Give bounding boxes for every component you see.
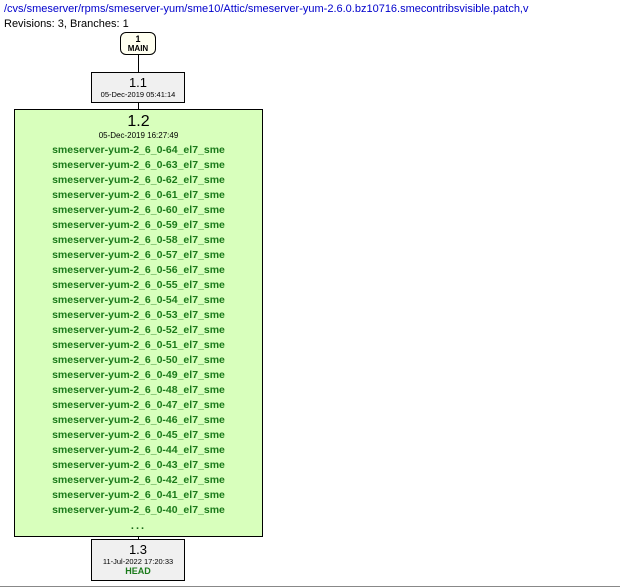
branch-number: 1	[121, 34, 155, 44]
tag-entry: smeserver-yum-2_6_0-48_el7_sme	[15, 383, 262, 398]
tag-entry: smeserver-yum-2_6_0-58_el7_sme	[15, 233, 262, 248]
tag-entry: smeserver-yum-2_6_0-56_el7_sme	[15, 263, 262, 278]
tag-entry: smeserver-yum-2_6_0-42_el7_sme	[15, 473, 262, 488]
revision-node-1-2[interactable]: 1.2 05-Dec-2019 16:27:49 smeserver-yum-2…	[14, 109, 263, 537]
tag-entry: smeserver-yum-2_6_0-46_el7_sme	[15, 413, 262, 428]
tag-entry: smeserver-yum-2_6_0-59_el7_sme	[15, 218, 262, 233]
tag-entry: smeserver-yum-2_6_0-40_el7_sme	[15, 503, 262, 518]
revisions-summary: Revisions: 3, Branches: 1	[4, 18, 129, 30]
revision-version: 1.1	[92, 75, 184, 90]
connector-line	[138, 55, 139, 72]
revision-version: 1.3	[92, 542, 184, 557]
revision-date: 11-Jul-2022 17:20:33	[92, 557, 184, 566]
tag-entry: smeserver-yum-2_6_0-50_el7_sme	[15, 353, 262, 368]
revision-version: 1.2	[15, 113, 262, 131]
branch-label: MAIN	[121, 44, 155, 53]
tag-entry: smeserver-yum-2_6_0-52_el7_sme	[15, 323, 262, 338]
tag-entry: smeserver-yum-2_6_0-60_el7_sme	[15, 203, 262, 218]
tag-list: smeserver-yum-2_6_0-64_el7_smesmeserver-…	[15, 143, 262, 518]
revision-date: 05-Dec-2019 16:27:49	[15, 131, 262, 141]
branch-node-main[interactable]: 1 MAIN	[120, 32, 156, 55]
tag-entry: smeserver-yum-2_6_0-53_el7_sme	[15, 308, 262, 323]
tag-entry: smeserver-yum-2_6_0-64_el7_sme	[15, 143, 262, 158]
tag-entry: smeserver-yum-2_6_0-41_el7_sme	[15, 488, 262, 503]
tag-entry: smeserver-yum-2_6_0-45_el7_sme	[15, 428, 262, 443]
tag-entry: smeserver-yum-2_6_0-47_el7_sme	[15, 398, 262, 413]
tag-entry: smeserver-yum-2_6_0-57_el7_sme	[15, 248, 262, 263]
revision-node-1-3[interactable]: 1.3 11-Jul-2022 17:20:33 HEAD	[91, 539, 185, 581]
tag-entry: smeserver-yum-2_6_0-55_el7_sme	[15, 278, 262, 293]
revision-node-1-1[interactable]: 1.1 05-Dec-2019 05:41:14	[91, 72, 185, 103]
file-path: /cvs/smeserver/rpms/smeserver-yum/sme10/…	[4, 3, 529, 15]
tag-entry: smeserver-yum-2_6_0-63_el7_sme	[15, 158, 262, 173]
tag-entry: smeserver-yum-2_6_0-44_el7_sme	[15, 443, 262, 458]
tag-entry: smeserver-yum-2_6_0-62_el7_sme	[15, 173, 262, 188]
tag-entry: smeserver-yum-2_6_0-54_el7_sme	[15, 293, 262, 308]
tag-entry: smeserver-yum-2_6_0-49_el7_sme	[15, 368, 262, 383]
tag-ellipsis: ...	[15, 520, 262, 532]
tag-entry: smeserver-yum-2_6_0-51_el7_sme	[15, 338, 262, 353]
revision-date: 05-Dec-2019 05:41:14	[92, 90, 184, 99]
tag-entry: smeserver-yum-2_6_0-43_el7_sme	[15, 458, 262, 473]
connector-line	[138, 102, 139, 109]
tag-entry: smeserver-yum-2_6_0-61_el7_sme	[15, 188, 262, 203]
head-label: HEAD	[92, 566, 184, 577]
